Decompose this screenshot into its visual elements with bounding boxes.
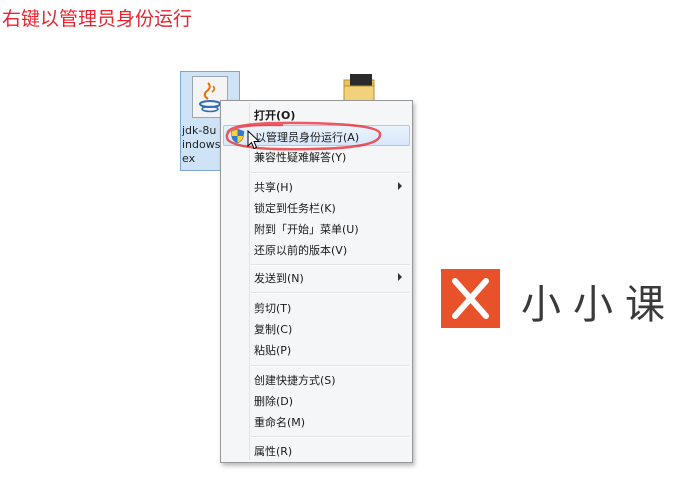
menu-item-restore-previous[interactable]: 还原以前的版本(V) xyxy=(223,239,410,260)
menu-item-label: 附到「开始」菜单(U) xyxy=(254,223,359,236)
submenu-arrow-icon xyxy=(398,273,402,281)
menu-separator xyxy=(251,292,409,294)
menu-item-label: 粘贴(P) xyxy=(254,344,292,357)
menu-item-send-to[interactable]: 发送到(N) xyxy=(223,267,410,288)
menu-item-delete[interactable]: 删除(D) xyxy=(223,390,410,411)
menu-separator xyxy=(251,365,409,367)
menu-item-rename[interactable]: 重命名(M) xyxy=(223,411,410,432)
menu-item-label: 剪切(T) xyxy=(254,302,292,315)
menu-item-copy[interactable]: 复制(C) xyxy=(223,318,410,339)
menu-item-label: 删除(D) xyxy=(254,395,294,408)
menu-item-label: 属性(R) xyxy=(254,445,293,458)
menu-item-label: 创建快捷方式(S) xyxy=(254,374,336,387)
menu-separator xyxy=(251,264,409,266)
menu-item-create-shortcut[interactable]: 创建快捷方式(S) xyxy=(223,369,410,390)
menu-item-label: 还原以前的版本(V) xyxy=(254,244,348,257)
menu-item-label: 重命名(M) xyxy=(254,416,306,429)
menu-item-pin-to-taskbar[interactable]: 锁定到任务栏(K) xyxy=(223,197,410,218)
brand-name: 小小课 xyxy=(521,282,676,328)
menu-separator xyxy=(251,172,409,174)
menu-item-label: 共享(H) xyxy=(254,181,293,194)
brand-logo xyxy=(441,269,500,328)
annotation-title: 右键以管理员身份运行 xyxy=(2,8,193,30)
context-menu: 打开(O) 以管理员身份运行(A) 兼容性疑难解答(Y) 共享(H) 锁定到任务… xyxy=(220,100,413,463)
menu-item-properties[interactable]: 属性(R) xyxy=(223,440,410,461)
menu-item-label: 发送到(N) xyxy=(254,272,304,285)
menu-item-paste[interactable]: 粘贴(P) xyxy=(223,339,410,360)
menu-item-label: 复制(C) xyxy=(254,323,293,336)
menu-item-share[interactable]: 共享(H) xyxy=(223,176,410,197)
menu-item-cut[interactable]: 剪切(T) xyxy=(223,297,410,318)
mouse-cursor-icon xyxy=(247,130,261,150)
menu-item-pin-to-start[interactable]: 附到「开始」菜单(U) xyxy=(223,218,410,239)
menu-item-label: 锁定到任务栏(K) xyxy=(254,202,336,215)
submenu-arrow-icon xyxy=(398,182,402,190)
menu-separator xyxy=(251,436,409,438)
